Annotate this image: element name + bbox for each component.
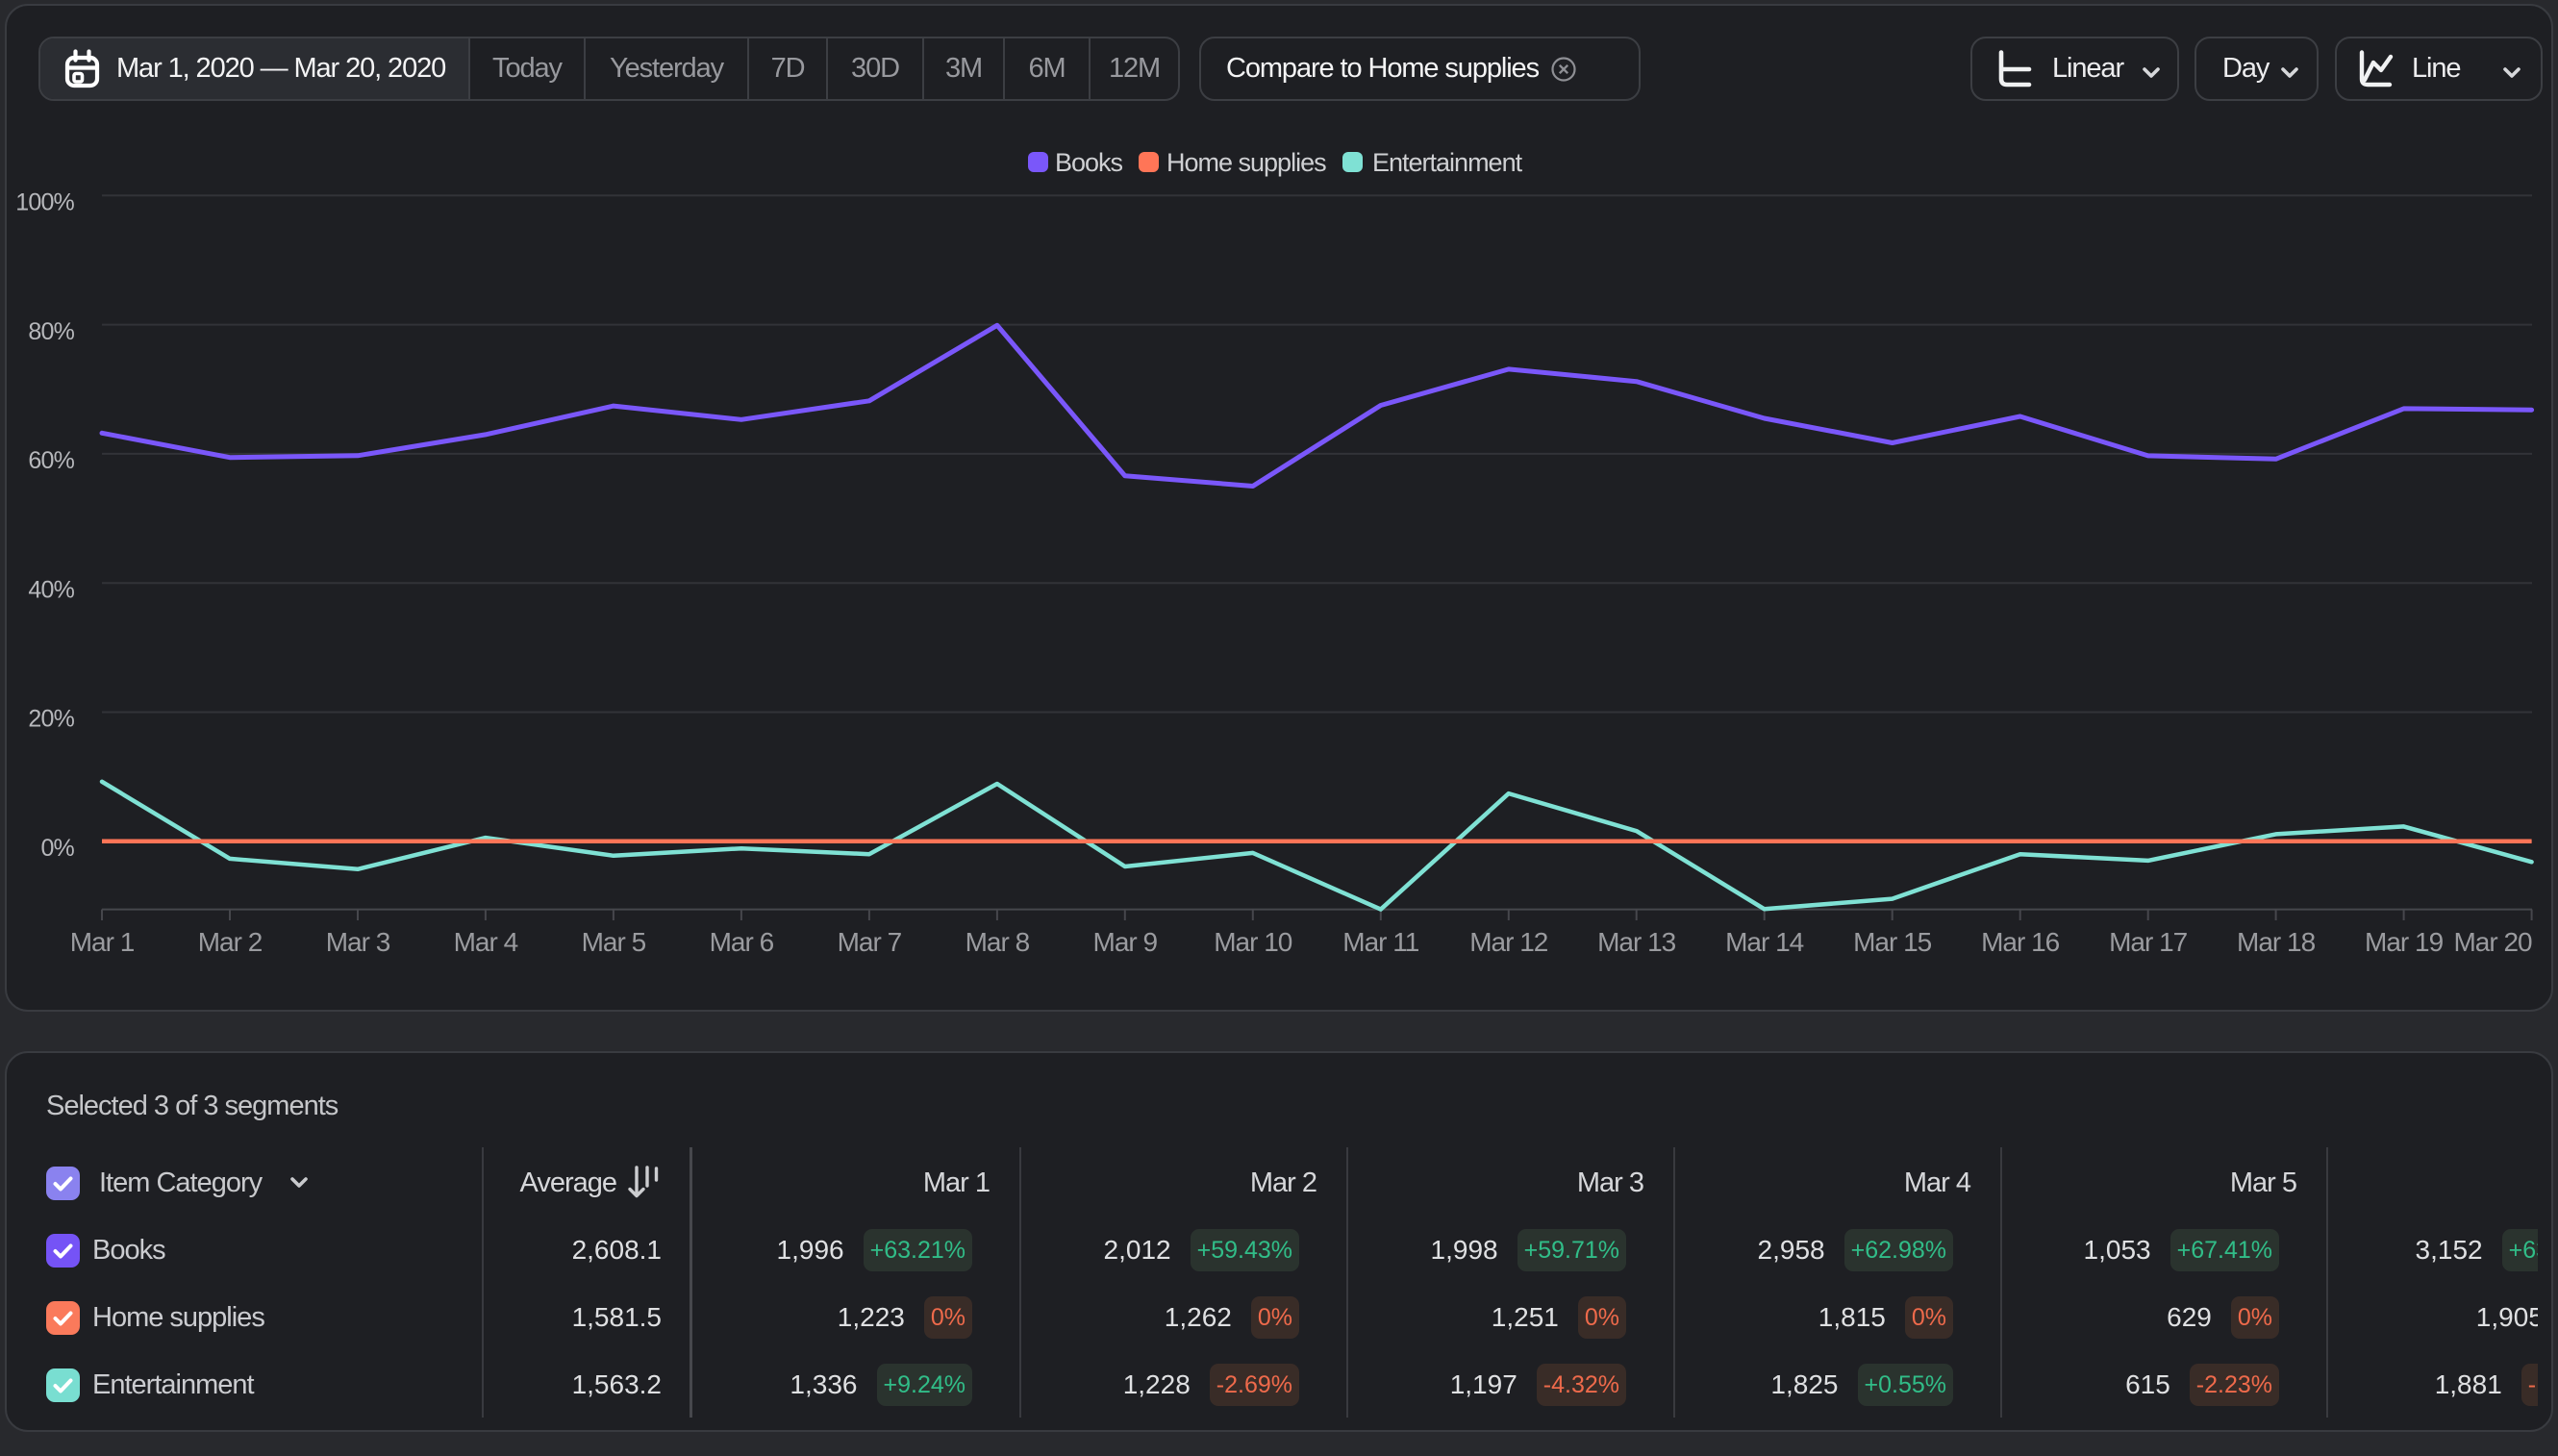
svg-text:100%: 100% [15, 189, 74, 216]
svg-text:40%: 40% [28, 576, 74, 603]
svg-text:Mar 17: Mar 17 [2109, 927, 2188, 957]
svg-text:Mar 3: Mar 3 [326, 927, 390, 957]
svg-text:Mar 11: Mar 11 [1342, 927, 1418, 957]
svg-text:Mar 12: Mar 12 [1469, 927, 1548, 957]
svg-text:Mar 16: Mar 16 [1981, 927, 2060, 957]
svg-text:Mar 10: Mar 10 [1214, 927, 1292, 957]
svg-text:Mar 2: Mar 2 [198, 927, 263, 957]
svg-text:Mar 15: Mar 15 [1853, 927, 1932, 957]
svg-text:Mar 7: Mar 7 [838, 927, 902, 957]
svg-text:Mar 14: Mar 14 [1725, 927, 1804, 957]
svg-text:60%: 60% [28, 447, 74, 474]
svg-text:20%: 20% [28, 706, 74, 733]
svg-text:Mar 5: Mar 5 [582, 927, 646, 957]
svg-text:0%: 0% [40, 835, 74, 862]
svg-text:Mar 6: Mar 6 [710, 927, 774, 957]
svg-text:Mar 9: Mar 9 [1093, 927, 1158, 957]
svg-text:Mar 8: Mar 8 [966, 927, 1030, 957]
svg-text:Mar 20: Mar 20 [2453, 927, 2532, 957]
svg-text:Mar 1: Mar 1 [70, 927, 135, 957]
svg-text:Mar 19: Mar 19 [2365, 927, 2444, 957]
svg-text:Mar 18: Mar 18 [2237, 927, 2316, 957]
svg-text:80%: 80% [28, 318, 74, 345]
svg-text:Mar 4: Mar 4 [454, 927, 518, 957]
svg-text:Mar 13: Mar 13 [1597, 927, 1676, 957]
